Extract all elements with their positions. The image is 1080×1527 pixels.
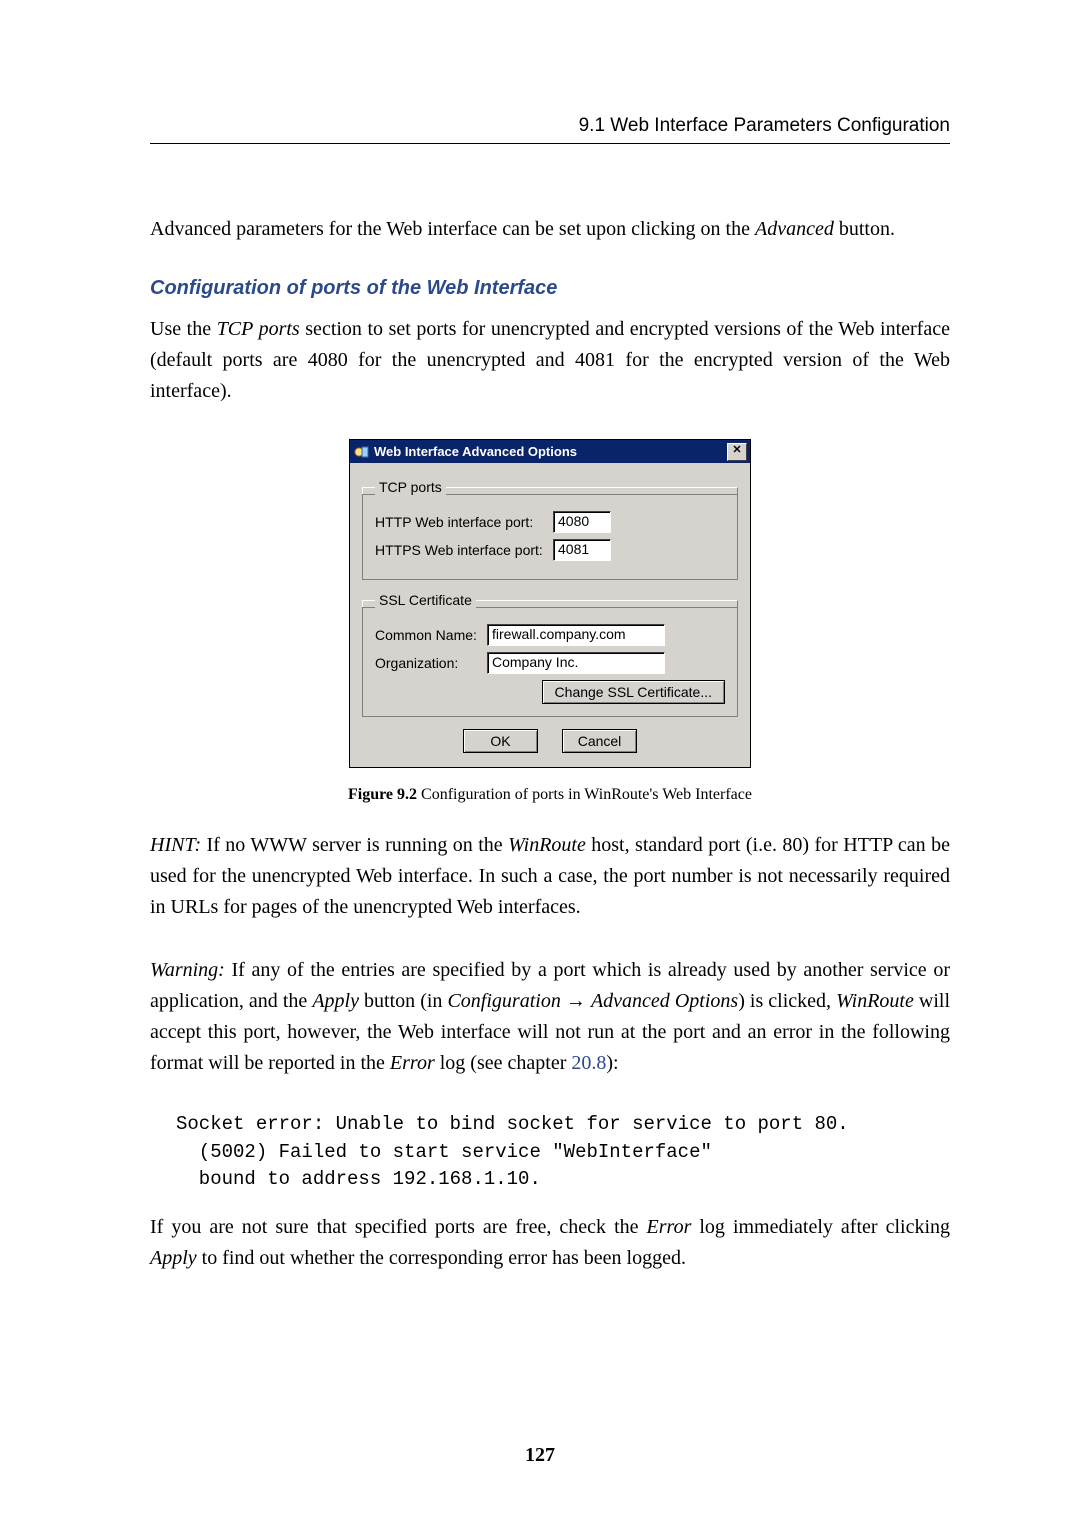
text: log immediately after clicking: [691, 1216, 950, 1238]
text: If no WWW server is running on the: [201, 834, 508, 856]
ssl-cert-legend: SSL Certificate: [375, 592, 476, 608]
https-port-label: HTTPS Web interface port:: [375, 542, 545, 558]
tcp-ports-group: TCP ports HTTP Web interface port: 4080 …: [362, 479, 738, 580]
organization-input[interactable]: Company Inc.: [487, 652, 665, 674]
subheading: Configuration of ports of the Web Interf…: [150, 277, 950, 300]
advanced-term: Advanced: [755, 218, 834, 240]
figure-text: Configuration of ports in WinRoute's Web…: [417, 786, 752, 803]
ports-paragraph: Use the TCP ports section to set ports f…: [150, 314, 950, 407]
chapter-link[interactable]: 20.8: [571, 1052, 606, 1074]
apply-term: Apply: [312, 990, 359, 1012]
close-icon[interactable]: ✕: [727, 443, 747, 461]
hint-lead: HINT:: [150, 834, 201, 856]
figure-caption: Figure 9.2 Configuration of ports in Win…: [150, 786, 950, 804]
error-term: Error: [390, 1052, 435, 1074]
dialog-titlebar: Web Interface Advanced Options ✕: [350, 440, 750, 463]
cancel-button[interactable]: Cancel: [562, 729, 637, 753]
tail-paragraph: If you are not sure that specified ports…: [150, 1212, 950, 1274]
dialog-title: Web Interface Advanced Options: [374, 444, 577, 459]
error-term: Error: [647, 1216, 692, 1238]
text: ):: [606, 1052, 618, 1074]
common-name-label: Common Name:: [375, 627, 479, 643]
text: to find out whether the corresponding er…: [197, 1247, 686, 1269]
winroute-term: WinRoute: [508, 834, 586, 856]
apply-term: Apply: [150, 1247, 197, 1269]
hint-paragraph: HINT: If no WWW server is running on the…: [150, 830, 950, 923]
warning-paragraph: Warning: If any of the entries are speci…: [150, 955, 950, 1079]
change-ssl-button[interactable]: Change SSL Certificate...: [542, 680, 725, 704]
common-name-input[interactable]: firewall.company.com: [487, 624, 665, 646]
tcp-ports-legend: TCP ports: [375, 479, 446, 495]
app-icon: [354, 444, 370, 460]
organization-label: Organization:: [375, 655, 479, 671]
arrow-text: →: [561, 990, 591, 1012]
configuration-term: Configuration: [447, 990, 560, 1012]
text: button (in: [359, 990, 447, 1012]
ssl-cert-group: SSL Certificate Common Name: firewall.co…: [362, 592, 738, 717]
http-port-label: HTTP Web interface port:: [375, 514, 545, 530]
running-head: 9.1 Web Interface Parameters Configurati…: [150, 115, 950, 144]
winroute-term: WinRoute: [836, 990, 914, 1012]
ok-button[interactable]: OK: [463, 729, 538, 753]
text: ) is clicked,: [738, 990, 836, 1012]
https-port-input[interactable]: 4081: [553, 539, 611, 561]
warning-lead: Warning:: [150, 959, 225, 981]
intro-paragraph: Advanced parameters for the Web interfac…: [150, 214, 950, 245]
tcp-ports-term: TCP ports: [217, 318, 300, 340]
dialog-window: Web Interface Advanced Options ✕ TCP por…: [349, 439, 751, 768]
text: log (see chapter: [435, 1052, 572, 1074]
text: Use the: [150, 318, 217, 340]
http-port-input[interactable]: 4080: [553, 511, 611, 533]
figure-label: Figure 9.2: [348, 786, 417, 803]
code-block: Socket error: Unable to bind socket for …: [176, 1111, 950, 1194]
text: If you are not sure that specified ports…: [150, 1216, 647, 1238]
text: Advanced parameters for the Web interfac…: [150, 218, 755, 240]
page-number: 127: [0, 1444, 1080, 1467]
advanced-options-term: Advanced Options: [591, 990, 738, 1012]
text: button.: [834, 218, 895, 240]
